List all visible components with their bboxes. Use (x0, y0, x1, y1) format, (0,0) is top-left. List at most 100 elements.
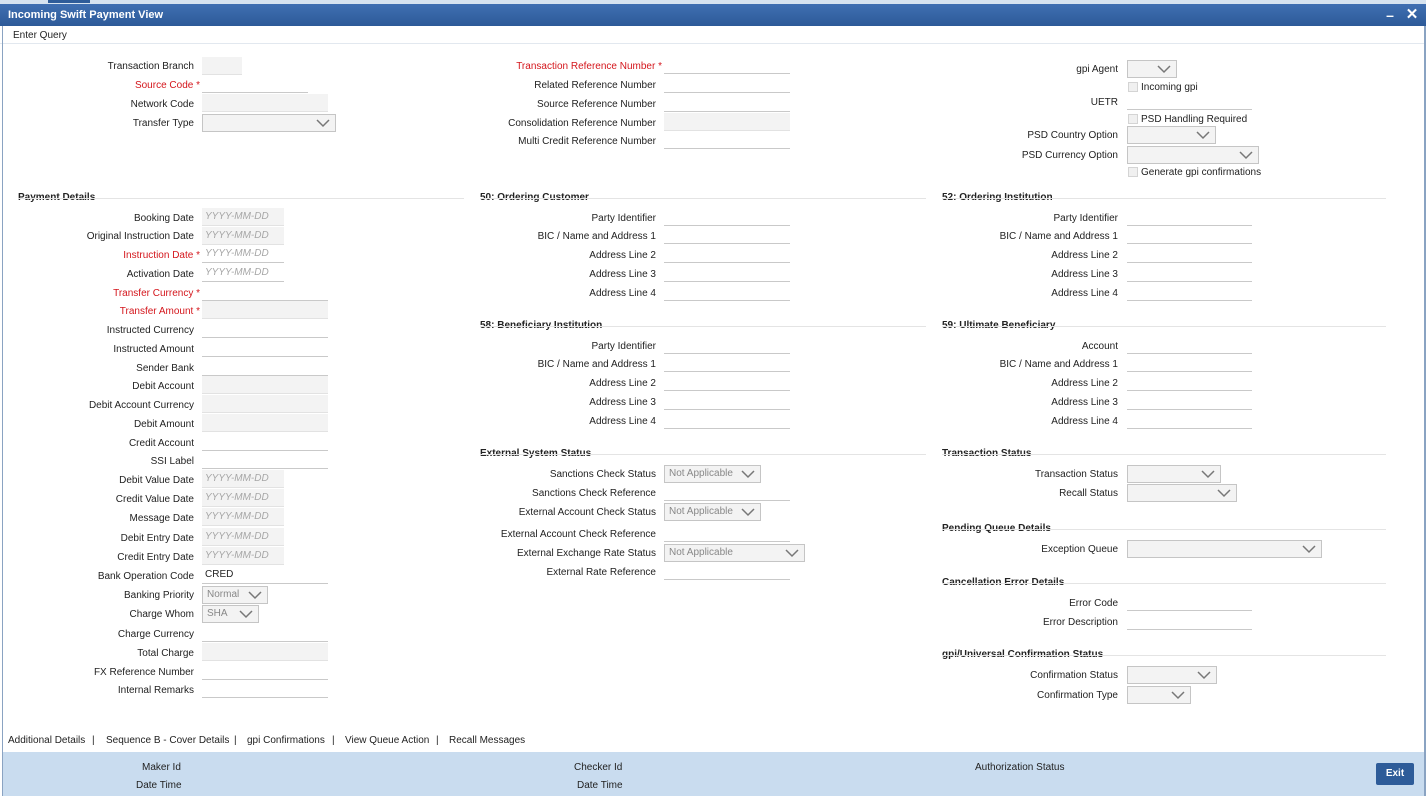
view-queue-action-link[interactable]: View Queue Action (345, 735, 429, 746)
gpi-confirmations-link[interactable]: gpi Confirmations (247, 735, 325, 746)
gen-gpi-conf-checkbox[interactable] (1128, 167, 1138, 177)
checker-id-label: Checker Id (574, 762, 623, 773)
related-ref-no-field[interactable] (664, 75, 790, 93)
instr-date-field[interactable]: YYYY-MM-DD (202, 245, 284, 263)
psd-handling-checkbox[interactable] (1128, 114, 1138, 124)
oc-addr3-field[interactable] (664, 264, 790, 282)
ub-addr4-field[interactable] (1127, 411, 1252, 429)
ub-bic-field[interactable] (1127, 354, 1252, 372)
ub-addr2-field[interactable] (1127, 373, 1252, 391)
sequence-b-cover-link[interactable]: Sequence B - Cover Details (106, 735, 229, 746)
bi-addr2-field[interactable] (664, 373, 790, 391)
additional-details-link[interactable]: Additional Details (8, 735, 85, 746)
exception-queue-select[interactable] (1127, 540, 1322, 558)
ext-fx-status-select[interactable]: Not Applicable (664, 544, 805, 562)
oi-addr2-field[interactable] (1127, 245, 1252, 263)
conf-type-select[interactable] (1127, 686, 1191, 704)
total-charge-field[interactable] (202, 643, 328, 661)
enter-query-button[interactable]: Enter Query (13, 30, 67, 41)
ssi-label-field[interactable] (202, 451, 328, 469)
ext-acct-status-value: Not Applicable (669, 506, 733, 517)
bi-bic-field[interactable] (664, 354, 790, 372)
error-desc-field[interactable] (1127, 612, 1252, 630)
transaction-branch-field[interactable] (202, 57, 242, 75)
bi-addr3-field[interactable] (664, 392, 790, 410)
recall-messages-link[interactable]: Recall Messages (449, 735, 525, 746)
minimize-icon[interactable]: – (1382, 4, 1398, 26)
sanctions-status-select[interactable]: Not Applicable (664, 465, 761, 483)
debit-value-date-field[interactable]: YYYY-MM-DD (202, 470, 284, 488)
recall-status-select[interactable] (1127, 484, 1237, 502)
booking-date-field[interactable]: YYYY-MM-DD (202, 208, 284, 226)
psd-country-select[interactable] (1127, 126, 1216, 144)
oc-addr4-field[interactable] (664, 283, 790, 301)
instructed-currency-field[interactable] (202, 320, 328, 338)
txn-ref-no-field[interactable] (664, 56, 790, 74)
transfer-amount-field[interactable] (202, 301, 328, 319)
debit-amount-field[interactable] (202, 414, 328, 432)
uetr-label: UETR (1090, 97, 1118, 108)
section-divider (942, 454, 1386, 455)
oi-bic-field[interactable] (1127, 226, 1252, 244)
oi-party-id-field[interactable] (1127, 208, 1252, 226)
section-divider (480, 326, 926, 327)
bi-party-id-field[interactable] (664, 336, 790, 354)
ext-acct-status-select[interactable]: Not Applicable (664, 503, 761, 521)
fx-ref-no-field[interactable] (202, 662, 328, 680)
orig-instr-date-field[interactable]: YYYY-MM-DD (202, 227, 284, 245)
section-divider (18, 198, 464, 199)
credit-entry-date-field[interactable]: YYYY-MM-DD (202, 547, 284, 565)
ub-addr3-label: Address Line 3 (1051, 397, 1118, 408)
oi-party-id-label: Party Identifier (1053, 213, 1118, 224)
credit-account-label: Credit Account (128, 438, 194, 449)
internal-remarks-field[interactable] (202, 680, 328, 698)
ub-account-field[interactable] (1127, 336, 1252, 354)
transfer-currency-field[interactable] (202, 283, 328, 301)
conf-status-select[interactable] (1127, 666, 1217, 684)
oi-bic-label: BIC / Name and Address 1 (999, 231, 1118, 242)
bi-addr4-field[interactable] (664, 411, 790, 429)
error-code-field[interactable] (1127, 593, 1252, 611)
chevron-down-icon (239, 610, 253, 619)
exit-button[interactable]: Exit (1376, 763, 1414, 785)
oi-addr3-field[interactable] (1127, 264, 1252, 282)
consol-ref-no-field[interactable] (664, 113, 790, 131)
psd-currency-select[interactable] (1127, 146, 1259, 164)
network-code-label: Network Code (130, 99, 194, 110)
ext-rate-ref-field[interactable] (664, 562, 790, 580)
transaction-status-select[interactable] (1127, 465, 1221, 483)
oc-bic-field[interactable] (664, 226, 790, 244)
sanctions-ref-field[interactable] (664, 483, 790, 501)
source-ref-no-field[interactable] (664, 94, 790, 112)
close-icon[interactable]: ✕ (1404, 4, 1420, 26)
bank-op-code-field[interactable]: CRED (202, 566, 328, 584)
debit-value-date-label: Debit Value Date (119, 475, 194, 486)
multi-credit-ref-no-field[interactable] (664, 131, 790, 149)
instructed-amount-field[interactable] (202, 339, 328, 357)
ub-addr3-field[interactable] (1127, 392, 1252, 410)
authorization-status-label: Authorization Status (975, 762, 1065, 773)
internal-remarks-label: Internal Remarks (117, 685, 194, 696)
debit-entry-date-field[interactable]: YYYY-MM-DD (202, 528, 284, 546)
credit-account-field[interactable] (202, 433, 328, 451)
debit-account-ccy-field[interactable] (202, 395, 328, 413)
debit-account-field[interactable] (202, 376, 328, 394)
sender-bank-field[interactable] (202, 358, 328, 376)
incoming-gpi-checkbox[interactable] (1128, 82, 1138, 92)
ext-acct-ref-field[interactable] (664, 524, 790, 542)
network-code-field[interactable] (202, 94, 328, 112)
charge-currency-field[interactable] (202, 624, 328, 642)
uetr-field[interactable] (1127, 92, 1252, 110)
activation-date-field[interactable]: YYYY-MM-DD (202, 264, 284, 282)
oi-addr4-field[interactable] (1127, 283, 1252, 301)
gpi-agent-select[interactable] (1127, 60, 1177, 78)
source-code-field[interactable] (202, 75, 308, 93)
transfer-type-select[interactable] (202, 114, 336, 132)
message-date-field[interactable]: YYYY-MM-DD (202, 508, 284, 526)
oc-party-id-field[interactable] (664, 208, 790, 226)
credit-value-date-field[interactable]: YYYY-MM-DD (202, 489, 284, 507)
charge-whom-select[interactable]: SHA (202, 605, 259, 623)
instr-date-label: Instruction Date (123, 250, 200, 261)
oc-addr2-field[interactable] (664, 245, 790, 263)
banking-priority-select[interactable]: Normal (202, 586, 268, 604)
